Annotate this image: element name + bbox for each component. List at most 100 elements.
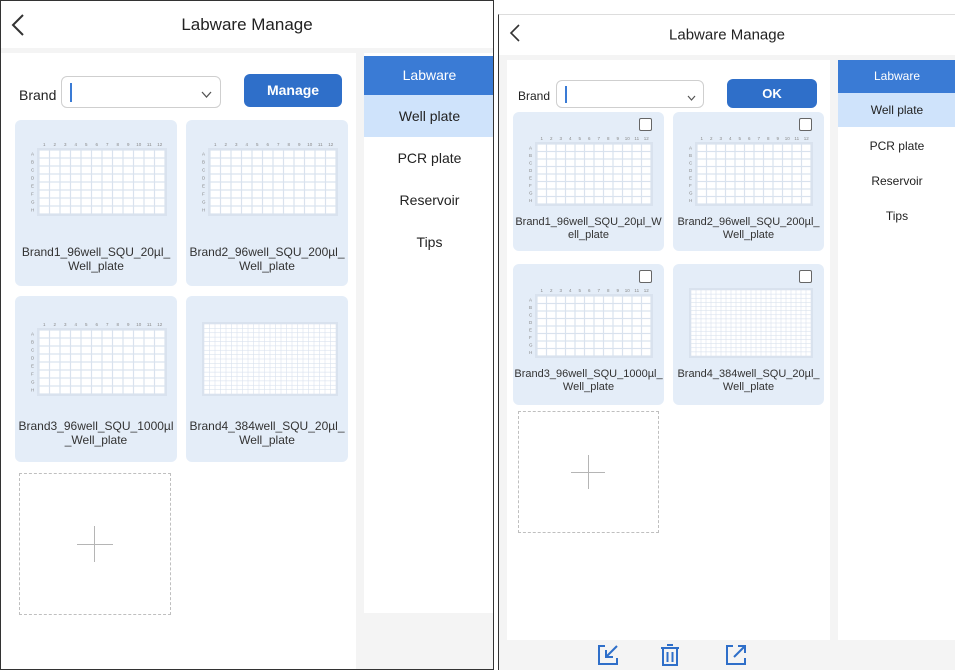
svg-text:7: 7	[597, 288, 600, 293]
sidebar-item-reservoir[interactable]: Reservoir	[364, 179, 493, 221]
svg-text:G: G	[31, 380, 35, 385]
svg-text:9: 9	[616, 136, 619, 141]
trash-icon	[661, 644, 679, 666]
right-screen: Labware Manage Brand OK 1 2 3 4 5 6 7 8 9 10 11 12 A…	[498, 14, 955, 670]
svg-text:10: 10	[785, 136, 791, 141]
sidebar-item-pcr-plate[interactable]: PCR plate	[838, 129, 955, 163]
select-checkbox[interactable]	[639, 270, 652, 283]
add-labware-button[interactable]	[518, 411, 659, 533]
svg-text:F: F	[529, 335, 532, 340]
svg-text:A: A	[689, 145, 692, 150]
text-cursor	[565, 86, 567, 103]
svg-text:5: 5	[85, 322, 88, 327]
svg-text:11: 11	[634, 136, 639, 141]
svg-text:4: 4	[245, 142, 248, 147]
svg-text:7: 7	[106, 322, 109, 327]
svg-text:C: C	[202, 168, 206, 173]
svg-text:B: B	[689, 153, 692, 158]
content-area: Brand Manage 1 2 3 4 5 6 7 8 9 10 11 12 A B C D E F G H Bra…	[1, 48, 493, 669]
sidebar-item-pcr-plate[interactable]: PCR plate	[364, 137, 493, 179]
svg-text:3: 3	[64, 142, 67, 147]
labware-card[interactable]: Brand4_384well_SQU_20µl_Well_plate	[673, 264, 824, 405]
labware-list-panel: Brand OK 1 2 3 4 5 6 7 8 9 10 11 12 A B C D E F G H Brand1_…	[507, 60, 830, 644]
well-plate-384-icon	[689, 288, 813, 358]
svg-text:C: C	[31, 348, 35, 353]
svg-text:10: 10	[136, 322, 142, 327]
svg-text:11: 11	[147, 142, 152, 147]
svg-text:6: 6	[748, 136, 751, 141]
category-sidebar: Labware Well plate PCR plate Reservoir T…	[364, 53, 493, 613]
header-bar: Labware Manage	[1, 1, 493, 49]
svg-text:6: 6	[95, 322, 98, 327]
labware-card[interactable]: 1 2 3 4 5 6 7 8 9 10 11 12 A B C D E F G H Brand2_96well_SQ…	[673, 112, 824, 251]
svg-text:A: A	[31, 332, 34, 337]
select-checkbox[interactable]	[799, 118, 812, 131]
labware-card[interactable]: 1 2 3 4 5 6 7 8 9 10 11 12 A B C D E F G H Brand1_96well_SQ…	[513, 112, 664, 251]
sidebar-item-labware[interactable]: Labware	[838, 60, 955, 93]
svg-text:10: 10	[307, 142, 313, 147]
brand-select[interactable]	[61, 76, 221, 108]
svg-text:1: 1	[540, 136, 543, 141]
labware-list-panel: Brand Manage 1 2 3 4 5 6 7 8 9 10 11 12 A B C D E F G H Bra…	[1, 53, 356, 669]
svg-text:7: 7	[597, 136, 600, 141]
svg-text:A: A	[31, 152, 34, 157]
labware-card[interactable]: 1 2 3 4 5 6 7 8 9 10 11 12 A B C D E F G H Brand3_96well_SQ…	[513, 264, 664, 405]
add-labware-button[interactable]	[19, 473, 171, 615]
svg-text:12: 12	[644, 288, 650, 293]
svg-text:4: 4	[569, 288, 572, 293]
svg-text:H: H	[529, 350, 532, 355]
svg-text:8: 8	[767, 136, 770, 141]
brand-select[interactable]	[556, 80, 704, 108]
export-button[interactable]	[724, 643, 748, 667]
chevron-down-icon	[687, 89, 696, 107]
labware-card[interactable]: 1 2 3 4 5 6 7 8 9 10 11 12 A B C D E F G H Brand1_96well_SQ…	[15, 120, 177, 286]
svg-text:3: 3	[559, 136, 562, 141]
svg-text:7: 7	[106, 142, 109, 147]
delete-button[interactable]	[658, 643, 682, 667]
svg-text:1: 1	[540, 288, 543, 293]
svg-text:3: 3	[719, 136, 722, 141]
labware-name: Brand3_96well_SQU_1000µl_Well_plate	[18, 419, 174, 448]
content-area: Brand OK 1 2 3 4 5 6 7 8 9 10 11 12 A B C D E F G H Brand1_…	[499, 55, 955, 670]
svg-text:1: 1	[43, 142, 46, 147]
svg-text:9: 9	[127, 142, 130, 147]
select-checkbox[interactable]	[799, 270, 812, 283]
labware-card[interactable]: 1 2 3 4 5 6 7 8 9 10 11 12 A B C D E F G H Brand3_96well_SQ…	[15, 296, 177, 462]
sidebar-item-well-plate[interactable]: Well plate	[364, 95, 493, 137]
svg-text:10: 10	[136, 142, 142, 147]
sidebar-item-labware[interactable]: Labware	[364, 56, 493, 95]
sidebar-item-tips[interactable]: Tips	[838, 199, 955, 233]
svg-text:A: A	[529, 145, 532, 150]
well-plate-96-icon: 1 2 3 4 5 6 7 8 9 10 11 12ABCDEFGH	[31, 142, 167, 216]
svg-text:1: 1	[700, 136, 703, 141]
svg-text:6: 6	[588, 288, 591, 293]
labware-card[interactable]: 1 2 3 4 5 6 7 8 9 10 11 12 A B C D E F G H Brand2_96well_SQ…	[186, 120, 348, 286]
svg-text:11: 11	[318, 142, 323, 147]
labware-name: Brand1_96well_SQU_20µl_Well_plate	[21, 245, 171, 274]
svg-text:12: 12	[804, 136, 810, 141]
svg-text:A: A	[202, 152, 205, 157]
svg-text:5: 5	[256, 142, 259, 147]
svg-text:4: 4	[569, 136, 572, 141]
labware-card[interactable]: Brand4_384well_SQU_20µl_Well_plate	[186, 296, 348, 462]
manage-button[interactable]: Manage	[244, 74, 342, 107]
well-plate-96-icon: 1 2 3 4 5 6 7 8 9 10 11 12ABCDEFGH	[689, 136, 813, 206]
page-title: Labware Manage	[181, 14, 313, 34]
svg-text:G: G	[529, 190, 533, 195]
sidebar-item-tips[interactable]: Tips	[364, 221, 493, 263]
svg-text:F: F	[31, 372, 34, 377]
ok-button[interactable]: OK	[727, 79, 817, 108]
svg-text:8: 8	[607, 136, 610, 141]
well-plate-96-icon: 1 2 3 4 5 6 7 8 9 10 11 12ABCDEFGH	[529, 136, 653, 206]
sidebar-item-reservoir[interactable]: Reservoir	[838, 164, 955, 198]
import-button[interactable]	[596, 643, 620, 667]
sidebar-item-well-plate[interactable]: Well plate	[838, 93, 955, 127]
svg-text:3: 3	[235, 142, 238, 147]
svg-text:5: 5	[738, 136, 741, 141]
svg-text:E: E	[529, 175, 532, 180]
svg-text:7: 7	[757, 136, 760, 141]
select-checkbox[interactable]	[639, 118, 652, 131]
svg-text:2: 2	[224, 142, 227, 147]
svg-text:1: 1	[214, 142, 217, 147]
svg-text:E: E	[529, 327, 532, 332]
